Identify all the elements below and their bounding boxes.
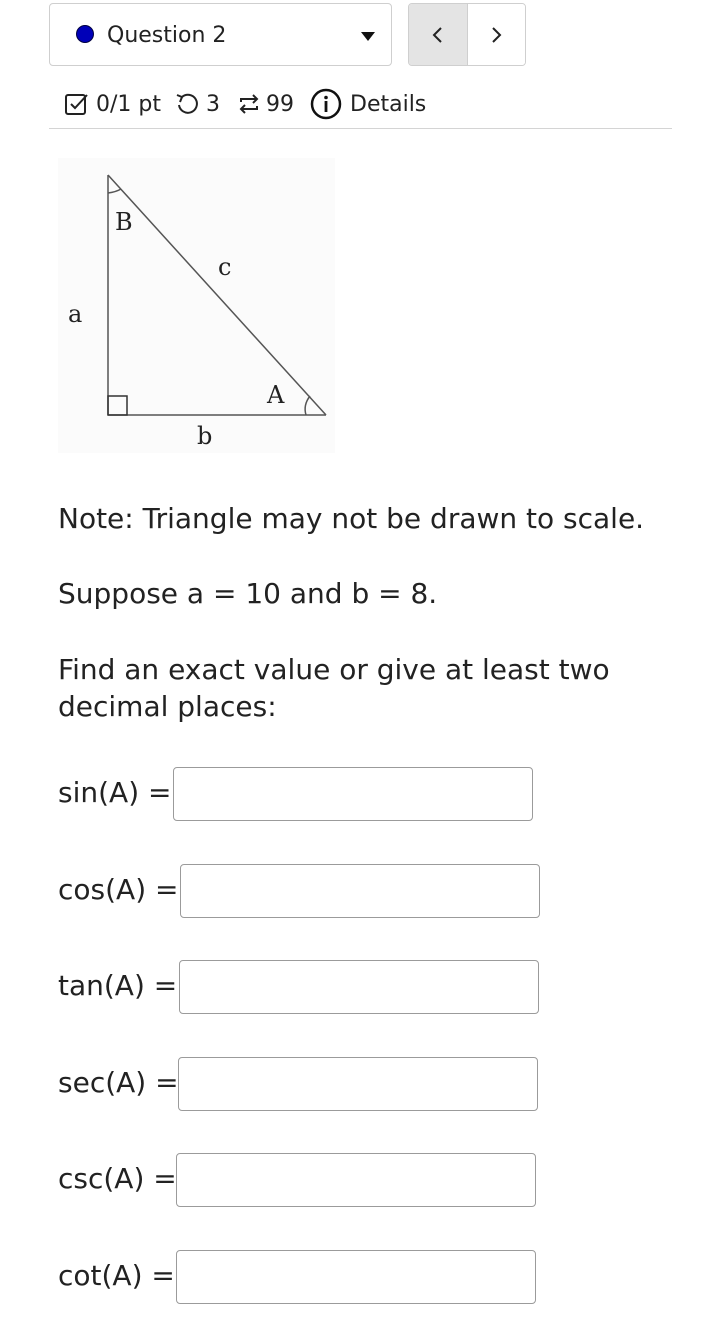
details-label: Details (350, 91, 427, 117)
right-triangle-diagram: B A c a b (68, 174, 327, 450)
sec-label: sec(A) = (58, 1066, 179, 1099)
vertex-b-label: B (115, 208, 133, 236)
side-c-label: c (218, 253, 231, 281)
divider (49, 128, 672, 129)
csc-answer-input[interactable] (176, 1153, 536, 1207)
score-item: 0/1 pt (64, 91, 161, 117)
attempts-text: 3 (206, 91, 220, 117)
cot-label: cot(A) = (58, 1259, 175, 1292)
side-a-label: a (68, 300, 82, 328)
triangle-figure: B A c a b (58, 158, 335, 453)
tan-answer-input[interactable] (179, 960, 539, 1014)
previous-question-button[interactable] (409, 4, 468, 65)
chevron-left-icon (432, 26, 442, 43)
details-button[interactable]: Details (310, 88, 426, 120)
next-question-button[interactable] (467, 4, 525, 65)
instruction-text: Find an exact value or give at least two… (58, 653, 610, 723)
question-select[interactable]: Question 2 (49, 3, 392, 66)
question-status-dot (76, 25, 94, 43)
caret-down-icon (361, 32, 375, 41)
checkbox-icon (65, 94, 88, 115)
sin-label: sin(A) = (58, 776, 172, 809)
question-meta: 0/1 pt 3 99 Details (64, 86, 426, 122)
score-text: 0/1 pt (96, 91, 161, 117)
note-text: Note: Triangle may not be drawn to scale… (58, 502, 645, 535)
cos-label: cos(A) = (58, 873, 179, 906)
cot-answer-input[interactable] (176, 1250, 536, 1304)
info-icon (310, 88, 342, 120)
csc-label: csc(A) = (58, 1162, 177, 1195)
retry-icon (176, 93, 198, 114)
versions-item: 99 (236, 91, 294, 117)
versions-text: 99 (266, 91, 294, 117)
versions-icon (239, 94, 259, 114)
sec-answer-input[interactable] (178, 1057, 538, 1111)
sin-answer-input[interactable] (173, 767, 533, 821)
given-text: Suppose a = 10 and b = 8. (58, 577, 438, 610)
tan-label: tan(A) = (58, 969, 178, 1002)
chevron-right-icon (492, 26, 502, 43)
question-select-label: Question 2 (107, 23, 227, 48)
attempts-item: 3 (174, 91, 220, 117)
cos-answer-input[interactable] (180, 864, 540, 918)
vertex-a-label: A (266, 381, 285, 409)
side-b-label: b (197, 422, 212, 450)
question-nav (408, 3, 526, 66)
